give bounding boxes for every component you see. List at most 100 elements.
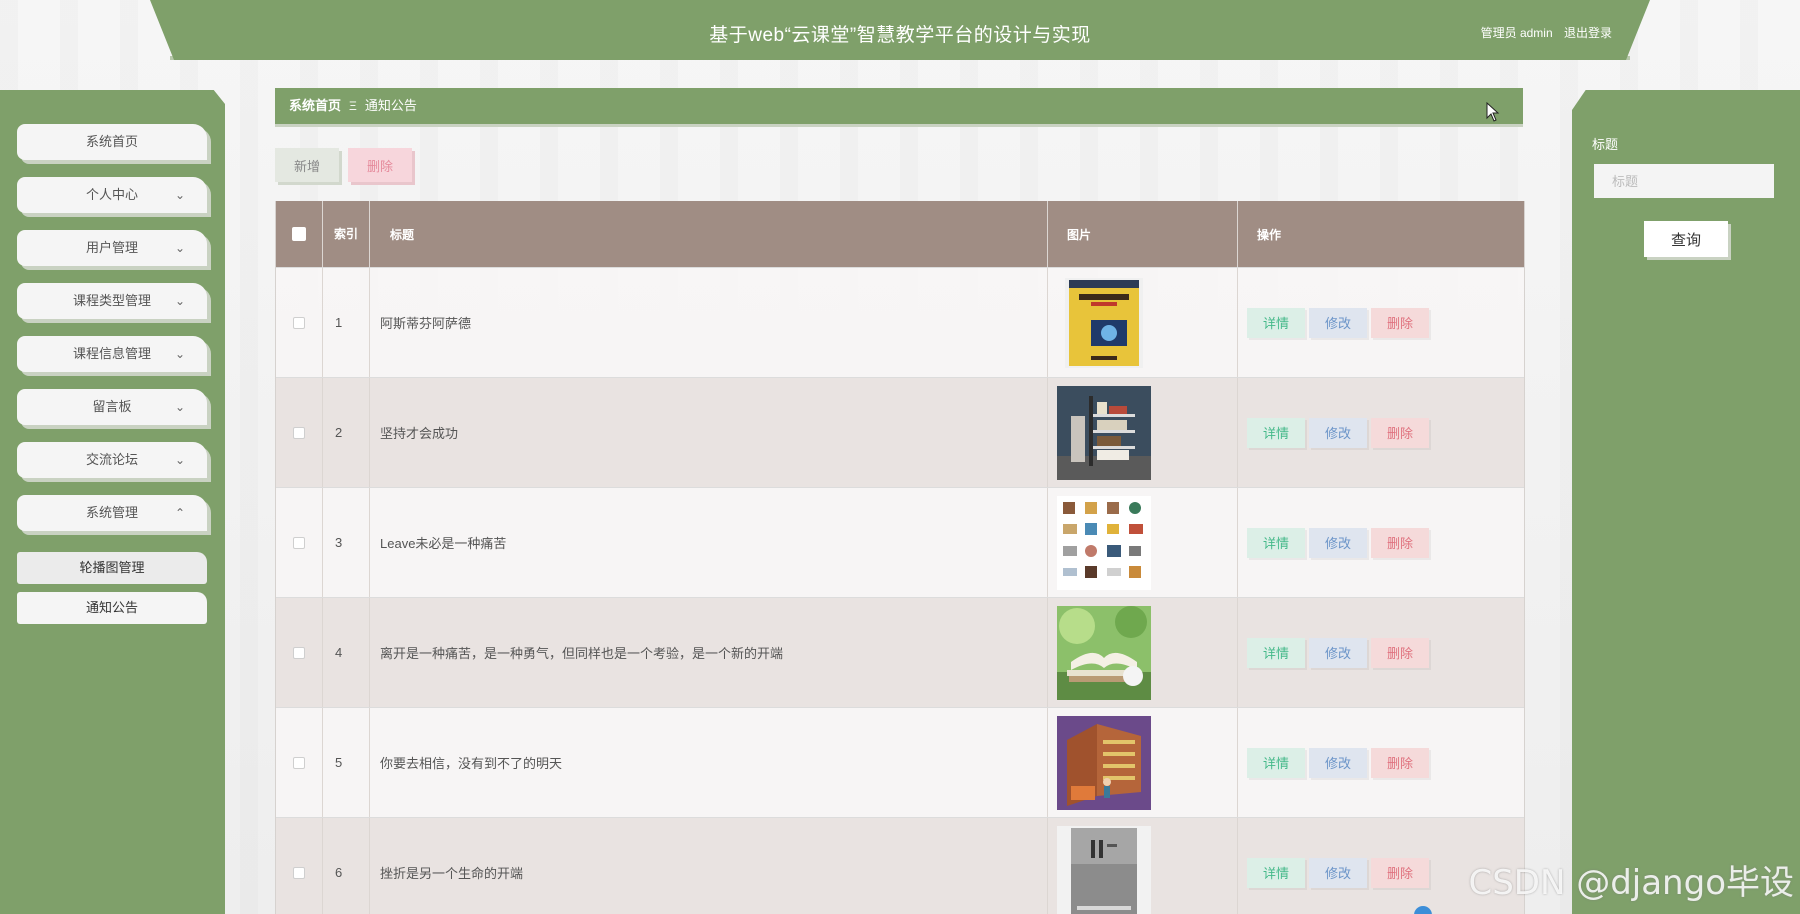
row-image-cell (1048, 268, 1238, 377)
chevron-down-icon: ⌄ (174, 347, 185, 361)
chevron-down-icon: ⌄ (174, 241, 185, 255)
sidebar-item-home[interactable]: 系统首页 (17, 124, 207, 160)
chevron-down-icon: ⌄ (174, 294, 185, 308)
row-checkbox-cell (276, 708, 323, 817)
row-title: 阿斯蒂芬阿萨德 (370, 268, 1048, 377)
table-row: 2 坚持才会成功 详情 修改 删除 (276, 377, 1524, 487)
edit-button[interactable]: 修改 (1309, 527, 1367, 558)
batch-delete-button[interactable]: 删除 (348, 148, 412, 182)
row-image-cell (1048, 378, 1238, 487)
library-illustration-icon[interactable] (1057, 715, 1151, 810)
row-image-cell (1048, 708, 1238, 817)
edit-button[interactable]: 修改 (1309, 637, 1367, 668)
header-select-all-cell (276, 201, 323, 267)
row-checkbox[interactable] (293, 316, 305, 329)
select-all-checkbox[interactable] (292, 227, 306, 241)
table-row: 1 阿斯蒂芬阿萨德 详情 修改 删除 (276, 267, 1524, 377)
bookshelf-photo-icon[interactable] (1057, 385, 1151, 480)
delete-button[interactable]: 删除 (1371, 307, 1429, 338)
edit-button[interactable]: 修改 (1309, 417, 1367, 448)
breadcrumb: 系统首页 Ξ 通知公告 (275, 88, 1523, 127)
sidebar-item-personal-center[interactable]: 个人中心 ⌄ (17, 177, 207, 213)
row-image-cell (1048, 488, 1238, 597)
sidebar-item-forum[interactable]: 交流论坛 ⌄ (17, 442, 207, 478)
row-title: 离开是一种痛苦，是一种勇气，但同样也是一个考验，是一个新的开端 (370, 598, 1048, 707)
csdn-watermark: CSDN @django毕设 (1468, 863, 1794, 903)
detail-button[interactable]: 详情 (1247, 747, 1305, 778)
row-checkbox[interactable] (293, 646, 305, 659)
top-header: 基于web“云课堂”智慧教学平台的设计与实现 管理员 admin 退出登录 (150, 0, 1650, 60)
detail-button[interactable]: 详情 (1247, 417, 1305, 448)
detail-button[interactable]: 详情 (1247, 527, 1305, 558)
sidebar-item-system-management[interactable]: 系统管理 ⌃ (17, 495, 207, 531)
row-index: 3 (323, 488, 370, 597)
row-checkbox[interactable] (293, 866, 305, 879)
table-row: 3 Leave未必是一种痛苦 详情 修改 删除 (276, 487, 1524, 597)
delete-button[interactable]: 删除 (1371, 747, 1429, 778)
book-cover-ecommerce-security-icon[interactable] (1057, 276, 1151, 370)
notice-table: 索引 标题 图片 操作 1 阿斯蒂芬阿萨德 详情 修改 删除 2 坚持才会成功 … (275, 201, 1525, 914)
delete-button[interactable]: 删除 (1371, 417, 1429, 448)
detail-button[interactable]: 详情 (1247, 637, 1305, 668)
row-index: 6 (323, 818, 370, 914)
breadcrumb-current: 通知公告 (364, 98, 417, 113)
logout-link[interactable]: 退出登录 (1564, 26, 1612, 40)
add-button[interactable]: 新增 (275, 148, 339, 182)
row-title: Leave未必是一种痛苦 (370, 488, 1048, 597)
chevron-down-icon: ⌄ (174, 400, 185, 414)
search-title-label: 标题 (1592, 137, 1619, 152)
left-sidebar: 系统首页 个人中心 ⌄ 用户管理 ⌄ 课程类型管理 ⌄ 课程信息管理 ⌄ 留言板… (0, 90, 225, 914)
sidebar-item-course-info[interactable]: 课程信息管理 ⌄ (17, 336, 207, 372)
admin-user-label: 管理员 admin (1480, 26, 1553, 40)
table-row: 5 你要去相信，没有到不了的明天 详情 修改 删除 (276, 707, 1524, 817)
row-ops-cell: 详情 修改 删除 (1238, 378, 1522, 487)
sidebar-item-course-type[interactable]: 课程类型管理 ⌄ (17, 283, 207, 319)
header-user-area: 管理员 admin 退出登录 (1473, 24, 1612, 41)
sidebar-item-label: 课程信息管理 (72, 346, 151, 361)
row-ops-cell: 详情 修改 删除 (1238, 598, 1522, 707)
sidebar-item-message-board[interactable]: 留言板 ⌄ (17, 389, 207, 425)
sidebar-subitem-carousel[interactable]: 轮播图管理 (17, 552, 207, 584)
header-operations: 操作 (1257, 227, 1282, 242)
row-checkbox-cell (276, 378, 323, 487)
search-panel: 标题 查询 (1572, 90, 1800, 914)
row-checkbox-cell (276, 598, 323, 707)
sidebar-item-label: 课程类型管理 (72, 293, 151, 308)
breadcrumb-separator-icon: Ξ (349, 99, 357, 113)
breadcrumb-home[interactable]: 系统首页 (289, 98, 341, 113)
delete-button[interactable]: 删除 (1371, 857, 1429, 888)
edit-button[interactable]: 修改 (1309, 307, 1367, 338)
row-checkbox-cell (276, 818, 323, 914)
open-book-on-grass-icon[interactable] (1057, 605, 1151, 700)
row-ops-cell: 详情 修改 删除 (1238, 708, 1522, 817)
edit-button[interactable]: 修改 (1309, 747, 1367, 778)
library-icons-grid-icon[interactable] (1057, 495, 1151, 590)
search-button[interactable]: 查询 (1644, 221, 1728, 257)
gray-book-cover-icon[interactable] (1057, 825, 1151, 914)
row-checkbox[interactable] (293, 536, 305, 549)
row-image-cell (1048, 818, 1238, 914)
row-checkbox[interactable] (293, 426, 305, 439)
row-ops-cell: 详情 修改 删除 (1238, 268, 1522, 377)
mouse-cursor-icon (1486, 102, 1500, 122)
row-checkbox-cell (276, 268, 323, 377)
table-row: 6 挫折是另一个生命的开端 详情 修改 删除 (276, 817, 1524, 914)
delete-button[interactable]: 删除 (1371, 637, 1429, 668)
detail-button[interactable]: 详情 (1247, 857, 1305, 888)
header-index: 索引 (323, 201, 370, 267)
header-title: 标题 (370, 201, 1048, 267)
chevron-down-icon: ⌄ (174, 453, 185, 467)
sidebar-item-user-management[interactable]: 用户管理 ⌄ (17, 230, 207, 266)
edit-button[interactable]: 修改 (1309, 857, 1367, 888)
detail-button[interactable]: 详情 (1247, 307, 1305, 338)
row-index: 5 (323, 708, 370, 817)
row-ops-cell: 详情 修改 删除 (1238, 488, 1522, 597)
search-title-input[interactable] (1594, 164, 1774, 198)
row-title: 挫折是另一个生命的开端 (370, 818, 1048, 914)
delete-button[interactable]: 删除 (1371, 527, 1429, 558)
row-checkbox[interactable] (293, 756, 305, 769)
sidebar-subitem-notice[interactable]: 通知公告 (17, 592, 207, 624)
sidebar-item-label: 系统首页 (85, 134, 138, 149)
chevron-up-icon: ⌃ (174, 506, 185, 520)
row-title: 坚持才会成功 (370, 378, 1048, 487)
